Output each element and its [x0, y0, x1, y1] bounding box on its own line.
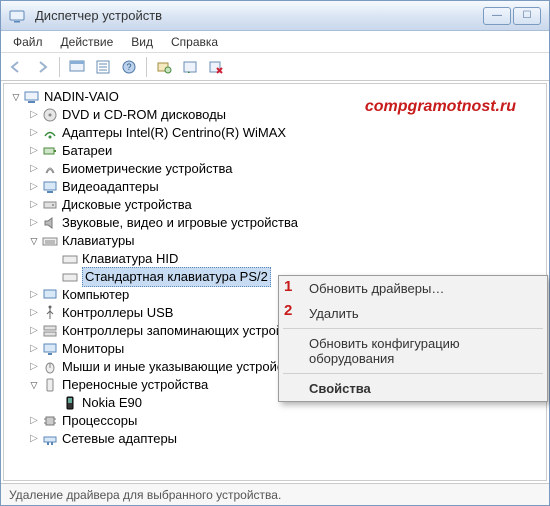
toolbar-back-icon[interactable]: [5, 56, 27, 78]
toolbar-update-icon[interactable]: [179, 56, 201, 78]
expander-open-icon[interactable]: [28, 235, 40, 247]
keyboard-icon: [62, 269, 78, 285]
expander-closed-icon[interactable]: [28, 217, 40, 229]
menu-view[interactable]: Вид: [123, 33, 161, 51]
expander-closed-icon[interactable]: [28, 127, 40, 139]
toolbar-delete-icon[interactable]: [205, 56, 227, 78]
context-menu-properties[interactable]: Свойства: [279, 376, 547, 401]
mouse-icon: [42, 359, 58, 375]
app-icon: [9, 8, 25, 24]
sound-icon: [42, 215, 58, 231]
disk-drive-icon: [42, 197, 58, 213]
statusbar: Удаление драйвера для выбранного устройс…: [1, 483, 549, 505]
maximize-button[interactable]: ☐: [513, 7, 541, 25]
expander-closed-icon[interactable]: [28, 145, 40, 157]
context-menu-update-drivers[interactable]: Обновить драйверы…: [279, 276, 547, 301]
toolbar-details-icon[interactable]: [92, 56, 114, 78]
toolbar-console-icon[interactable]: [66, 56, 88, 78]
expander-closed-icon[interactable]: [28, 109, 40, 121]
callout-2: 2: [284, 302, 292, 319]
callout-1: 1: [284, 278, 292, 295]
wimax-icon: [42, 125, 58, 141]
tree-item[interactable]: Адаптеры Intel(R) Centrino(R) WiMAX: [8, 124, 542, 142]
context-menu-refresh-config[interactable]: Обновить конфигурацию оборудования: [279, 331, 547, 371]
expander-open-icon[interactable]: [10, 91, 22, 103]
network-adapter-icon: [42, 431, 58, 447]
tree-root-label: NADIN-VAIO: [44, 88, 119, 106]
menu-help[interactable]: Справка: [163, 33, 226, 51]
computer-icon: [42, 287, 58, 303]
computer-icon: [24, 89, 40, 105]
menubar: Файл Действие Вид Справка: [1, 31, 549, 53]
minimize-button[interactable]: —: [483, 7, 511, 25]
tree-item[interactable]: Сетевые адаптеры: [8, 430, 542, 448]
tree-item[interactable]: Процессоры: [8, 412, 542, 430]
context-menu-separator: [283, 373, 543, 374]
menu-file[interactable]: Файл: [5, 33, 51, 51]
toolbar-scan-icon[interactable]: [153, 56, 175, 78]
portable-device-icon: [42, 377, 58, 393]
toolbar: ?: [1, 53, 549, 81]
tree-item[interactable]: Видеоадаптеры: [8, 178, 542, 196]
disc-drive-icon: [42, 107, 58, 123]
expander-closed-icon[interactable]: [28, 163, 40, 175]
keyboard-icon: [42, 233, 58, 249]
biometric-icon: [42, 161, 58, 177]
expander-closed-icon[interactable]: [28, 199, 40, 211]
expander-closed-icon[interactable]: [28, 289, 40, 301]
tree-item-keyboard-child[interactable]: Клавиатура HID: [8, 250, 542, 268]
phone-icon: [62, 395, 78, 411]
expander-open-icon[interactable]: [28, 379, 40, 391]
device-manager-window: Диспетчер устройств — ☐ Файл Действие Ви…: [0, 0, 550, 506]
svg-text:?: ?: [126, 62, 131, 72]
toolbar-forward-icon[interactable]: [31, 56, 53, 78]
monitor-icon: [42, 341, 58, 357]
context-menu-separator: [283, 328, 543, 329]
expander-closed-icon[interactable]: [28, 307, 40, 319]
window-title: Диспетчер устройств: [35, 8, 162, 23]
tree-root[interactable]: NADIN-VAIO: [8, 88, 542, 106]
display-adapter-icon: [42, 179, 58, 195]
expander-closed-icon[interactable]: [28, 343, 40, 355]
tree-item[interactable]: Звуковые, видео и игровые устройства: [8, 214, 542, 232]
toolbar-help-icon[interactable]: ?: [118, 56, 140, 78]
status-text: Удаление драйвера для выбранного устройс…: [9, 488, 281, 502]
titlebar: Диспетчер устройств — ☐: [1, 1, 549, 31]
keyboard-icon: [62, 251, 78, 267]
expander-closed-icon[interactable]: [28, 325, 40, 337]
menu-action[interactable]: Действие: [53, 33, 122, 51]
battery-icon: [42, 143, 58, 159]
expander-closed-icon[interactable]: [28, 433, 40, 445]
tree-item-keyboards[interactable]: Клавиатуры: [8, 232, 542, 250]
processor-icon: [42, 413, 58, 429]
tree-item[interactable]: DVD и CD-ROM дисководы: [8, 106, 542, 124]
expander-closed-icon[interactable]: [28, 361, 40, 373]
tree-item[interactable]: Батареи: [8, 142, 542, 160]
context-menu: Обновить драйверы… Удалить Обновить конф…: [278, 275, 548, 402]
expander-closed-icon[interactable]: [28, 181, 40, 193]
tree-item[interactable]: Дисковые устройства: [8, 196, 542, 214]
tree-item[interactable]: Биометрические устройства: [8, 160, 542, 178]
usb-icon: [42, 305, 58, 321]
context-menu-delete[interactable]: Удалить: [279, 301, 547, 326]
expander-closed-icon[interactable]: [28, 415, 40, 427]
storage-controller-icon: [42, 323, 58, 339]
